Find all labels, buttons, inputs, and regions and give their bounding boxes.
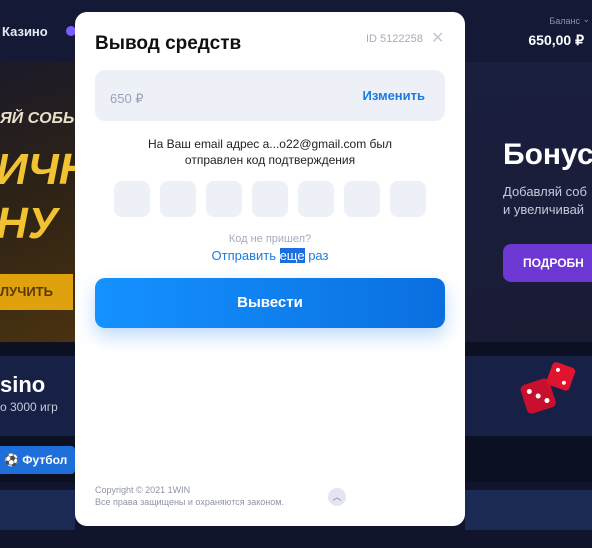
withdraw-button[interactable]: Вывести (95, 278, 445, 328)
copyright: Copyright © 2021 1WIN Все права защищены… (95, 484, 284, 508)
resend-highlight: еще (279, 248, 305, 263)
modal-title: Вывод средств (95, 33, 242, 54)
tab-football-label: Футбол (22, 453, 68, 467)
amount-value: 650 ₽ (110, 91, 144, 106)
tab-football[interactable]: ⚽ Футбол (0, 446, 75, 474)
casino-card[interactable]: sino о 3000 игр (0, 356, 75, 436)
promo-left-line2: ИЧН (0, 145, 75, 194)
code-digit-5[interactable] (298, 181, 334, 217)
resend-row: Отправить еще раз (95, 248, 445, 263)
casino-card-subtitle: о 3000 игр (0, 400, 58, 414)
code-digit-3[interactable] (206, 181, 242, 217)
close-icon[interactable]: ✕ (431, 31, 447, 47)
withdraw-modal: Вывод средств ID 5122258 ✕ 650 ₽ Изменит… (75, 12, 465, 526)
nav-casino[interactable]: Казино (2, 24, 48, 39)
balance-value: 650,00 ₽ (528, 32, 584, 48)
verification-code-input (114, 181, 426, 217)
code-digit-7[interactable] (390, 181, 426, 217)
notice-line1: На Ваш email адрес a...o22@gmail.com был (147, 137, 393, 151)
amount-field[interactable]: 650 ₽ Изменить (95, 70, 445, 121)
promo-right-button[interactable]: ПОДРОБН (503, 244, 592, 282)
resend-part3: раз (304, 248, 329, 263)
copyright-line1: Copyright © 2021 1WIN (95, 485, 191, 495)
promo-right-desc2: и увеличивай (503, 202, 585, 217)
promo-left-button[interactable]: ЛУЧИТЬ (0, 274, 73, 310)
code-digit-4[interactable] (252, 181, 288, 217)
code-digit-2[interactable] (160, 181, 196, 217)
code-digit-6[interactable] (344, 181, 380, 217)
promo-right-desc1: Добавляй соб (503, 184, 587, 199)
promo-right-heading: Бонус (503, 138, 592, 171)
promo-banner-left: ЯЙ СОБЫ ИЧН НУ ЛУЧИТЬ (0, 62, 75, 342)
bottom-card-right (465, 490, 592, 530)
copyright-line2: Все права защищены и охраняются законом. (95, 497, 284, 507)
no-code-label: Код не пришел? (228, 233, 312, 245)
promo-left-line3: НУ (0, 199, 58, 248)
dice-card[interactable] (465, 356, 592, 436)
casino-card-title: sino (0, 372, 46, 397)
confirmation-notice: На Ваш email адрес a...o22@gmail.com был… (95, 136, 445, 168)
dice-icon (520, 362, 576, 414)
chevron-down-icon[interactable]: ⌄ (582, 14, 590, 25)
code-digit-1[interactable] (114, 181, 150, 217)
change-amount-button[interactable]: Изменить (362, 88, 425, 103)
balance-label: Баланс (549, 16, 580, 26)
resend-link[interactable]: Отправить еще раз (211, 248, 329, 263)
user-id-label: ID 5122258 (366, 33, 423, 45)
notice-line2: отправлен код подтверждения (184, 153, 356, 167)
promo-left-line1: ЯЙ СОБЫ (0, 110, 75, 127)
chevron-up-icon[interactable]: ︿ (328, 488, 346, 506)
bottom-card-left (0, 490, 75, 530)
resend-part1: Отправить (211, 248, 280, 263)
promo-banner-right: Бонус Добавляй соб и увеличивай ПОДРОБН (465, 62, 592, 342)
